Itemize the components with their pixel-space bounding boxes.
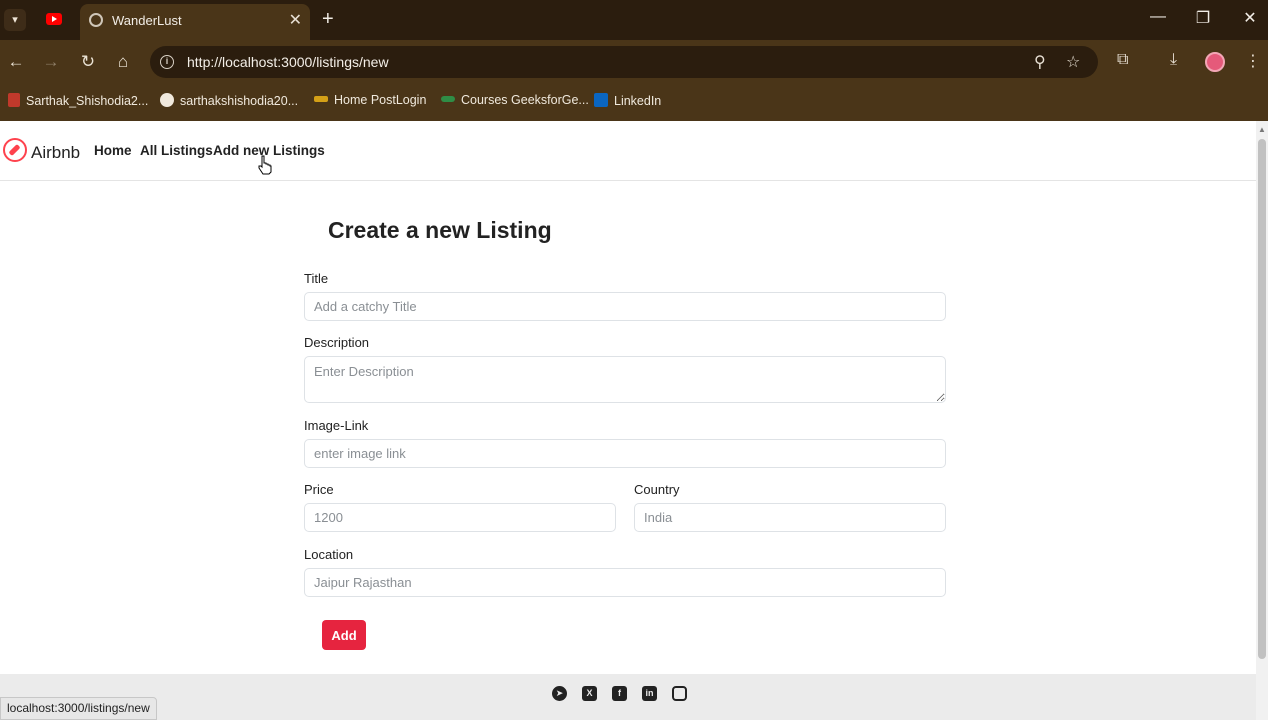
download-icon[interactable]: ⤓ <box>1170 51 1177 69</box>
instagram-icon[interactable] <box>672 686 687 701</box>
forward-icon[interactable]: → <box>40 51 62 73</box>
menu-icon[interactable]: ⋮ <box>1245 51 1261 71</box>
site-icon <box>314 96 328 102</box>
description-label: Description <box>304 335 370 350</box>
nav-link-home[interactable]: Home <box>94 143 132 158</box>
extensions-icon[interactable]: ⧉ <box>1117 51 1128 69</box>
status-url-bar: localhost:3000/listings/new <box>0 697 157 720</box>
site-info-icon[interactable]: i <box>160 55 174 69</box>
x-icon[interactable]: X <box>582 686 597 701</box>
active-tab[interactable]: WanderLust ✕ <box>80 4 310 40</box>
web-page: Airbnb Home All Listings Add new Listing… <box>0 121 1256 720</box>
tab-title: WanderLust <box>112 13 182 28</box>
bookmark-item[interactable]: sarthakshishodia20... <box>160 93 298 108</box>
linkedin-icon[interactable]: in <box>642 686 657 701</box>
facebook-icon[interactable]: f <box>612 686 627 701</box>
price-label: Price <box>304 482 334 497</box>
close-window-icon[interactable]: ✕ <box>1235 8 1265 28</box>
browser-toolbar: ← → ↻ ⌂ i http://localhost:3000/listings… <box>0 40 1268 84</box>
title-input[interactable] <box>304 292 946 321</box>
bookmark-item[interactable]: Courses GeeksforGe... <box>441 93 589 107</box>
location-input[interactable] <box>304 568 946 597</box>
brand-name[interactable]: Airbnb <box>31 143 80 163</box>
nav-link-all-listings[interactable]: All Listings <box>140 143 213 158</box>
close-tab-icon[interactable]: ✕ <box>289 10 302 30</box>
bookmark-item[interactable]: Sarthak_Shishodia2... <box>8 93 148 108</box>
geeksforgeeks-icon <box>441 96 455 102</box>
globe-icon <box>89 13 103 27</box>
bookmark-star-icon[interactable]: ☆ <box>1066 52 1080 72</box>
scrollbar-thumb[interactable] <box>1258 139 1266 659</box>
site-navbar: Airbnb Home All Listings Add new Listing… <box>0 121 1256 181</box>
browser-tab-strip: ▾ WanderLust ✕ + — ❐ ✕ <box>0 0 1268 40</box>
country-input[interactable] <box>634 503 946 532</box>
country-label: Country <box>634 482 680 497</box>
home-icon[interactable]: ⌂ <box>112 51 134 73</box>
price-input[interactable] <box>304 503 616 532</box>
compass-icon[interactable] <box>3 138 27 162</box>
github-icon <box>160 93 174 107</box>
page-title: Create a new Listing <box>328 217 552 243</box>
reload-icon[interactable]: ↻ <box>77 51 99 73</box>
bookmark-item[interactable]: Home PostLogin <box>314 93 426 107</box>
page-scrollbar[interactable]: ▲ <box>1256 121 1268 720</box>
linkedin-icon <box>594 93 608 107</box>
image-link-input[interactable] <box>304 439 946 468</box>
back-icon[interactable]: ← <box>5 51 27 73</box>
youtube-tab-icon[interactable] <box>46 13 62 25</box>
add-button[interactable]: Add <box>322 620 366 650</box>
wave-icon <box>8 93 20 107</box>
new-tab-icon[interactable]: + <box>322 8 334 30</box>
description-textarea[interactable] <box>304 356 946 403</box>
bookmarks-bar: Sarthak_Shishodia2... sarthakshishodia20… <box>0 84 1268 121</box>
image-link-label: Image-Link <box>304 418 369 433</box>
minimize-icon[interactable]: — <box>1143 8 1173 26</box>
profile-avatar[interactable] <box>1205 52 1225 72</box>
address-bar[interactable]: i http://localhost:3000/listings/new ⚲ ☆ <box>150 46 1098 78</box>
location-label: Location <box>304 547 354 562</box>
site-footer: ➤ X f in <box>0 674 1256 720</box>
title-label: Title <box>304 271 329 286</box>
tab-search-icon[interactable]: ▾ <box>4 9 26 31</box>
telegram-icon[interactable]: ➤ <box>552 686 567 701</box>
bookmark-item[interactable]: LinkedIn <box>594 93 661 108</box>
zoom-icon[interactable]: ⚲ <box>1034 52 1046 72</box>
scroll-up-icon[interactable]: ▲ <box>1258 125 1266 134</box>
url-text[interactable]: http://localhost:3000/listings/new <box>187 54 389 70</box>
hand-cursor-icon <box>258 155 272 175</box>
restore-icon[interactable]: ❐ <box>1188 8 1218 28</box>
